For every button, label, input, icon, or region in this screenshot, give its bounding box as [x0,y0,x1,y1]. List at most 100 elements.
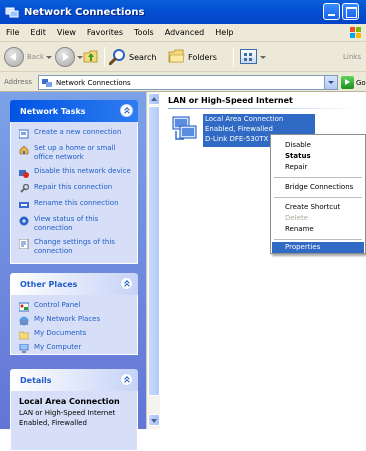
status-icon [19,216,29,226]
views-dropdown-icon[interactable] [260,56,266,59]
up-folder-icon[interactable] [83,48,99,64]
go-icon[interactable] [341,76,354,89]
details-body: Local Area Connection LAN or High-Speed … [10,391,138,451]
forward-button[interactable] [55,47,75,67]
menu-item-delete[interactable]: Delete [272,213,364,224]
menu-item-rename[interactable]: Rename [272,224,364,235]
menu-bar: File Edit View Favorites Tools Advanced … [0,24,366,42]
menu-tools[interactable]: Tools [134,28,154,37]
address-bar: Address Network Connections Go [0,72,366,92]
scroll-thumb[interactable] [148,106,160,396]
place-control-panel[interactable]: Control Panel [18,301,131,312]
views-icon[interactable] [240,49,257,64]
task-view-status[interactable]: View status of this connection [19,215,131,233]
panel-title: Network Tasks [20,107,86,116]
back-button[interactable] [4,47,24,67]
task-home-network[interactable]: Set up a home or small office network [19,144,131,162]
task-pane: Network Tasks Create a new connection Se… [0,92,146,451]
other-places-panel: Other Places Control Panel My Network Pl… [10,273,138,355]
back-label: Back [27,53,44,61]
toolbar-separator [233,47,234,67]
details-name: Local Area Connection [19,397,120,406]
connection-status: Enabled, Firewalled [205,125,273,133]
settings-icon [18,238,29,250]
disable-device-icon [19,168,29,178]
menu-help[interactable]: Help [215,28,233,37]
details-type: LAN or High-Speed Internet [19,409,116,417]
title-bar[interactable]: Network Connections [0,0,366,24]
menu-item-create-shortcut[interactable]: Create Shortcut [272,202,364,213]
address-input[interactable]: Network Connections [38,75,338,90]
other-places-body: Control Panel My Network Places My Docum… [10,295,138,355]
details-panel: Details Local Area Connection LAN or Hig… [10,369,138,451]
menu-separator [274,197,362,198]
toolbar-separator [104,47,105,67]
back-dropdown-icon[interactable] [46,56,52,59]
address-dropdown-icon[interactable] [324,76,337,89]
minimize-button[interactable] [323,3,340,20]
toolbar: Back Search Folders Links [0,42,366,72]
menu-item-bridge-connections[interactable]: Bridge Connections [272,182,364,193]
details-status: Enabled, Firewalled [19,419,87,427]
menu-item-properties[interactable]: Properties [272,242,364,253]
new-connection-icon [18,129,29,139]
go-button[interactable]: Go [356,79,366,87]
network-tasks-body: Create a new connection Set up a home or… [10,122,138,264]
home-network-icon [19,145,29,155]
scroll-up-icon[interactable] [148,93,160,105]
computer-icon [19,343,29,354]
rename-icon [19,200,29,210]
network-tasks-header[interactable]: Network Tasks [10,100,138,122]
task-create-connection[interactable]: Create a new connection [18,128,131,139]
connection-device: D-Link DFE-530TX [205,135,269,143]
menu-advanced[interactable]: Advanced [165,28,205,37]
folders-button[interactable]: Folders [188,53,217,62]
details-header[interactable]: Details [10,369,138,391]
menu-file[interactable]: File [6,28,19,37]
network-connections-icon [42,78,52,88]
collapse-chevron-icon[interactable] [120,104,133,117]
maximize-button[interactable] [342,3,359,20]
menu-favorites[interactable]: Favorites [87,28,123,37]
connection-name: Local Area Connection [205,115,284,123]
scroll-down-icon[interactable] [148,414,160,426]
context-menu: Disable Status Repair Bridge Connections… [270,134,366,254]
menu-item-disable[interactable]: Disable [272,140,364,151]
folders-icon[interactable] [168,48,185,65]
place-my-documents[interactable]: My Documents [18,329,131,340]
windows-logo-icon [349,26,362,39]
other-places-header[interactable]: Other Places [10,273,138,295]
menu-edit[interactable]: Edit [30,28,46,37]
network-places-icon [19,316,29,326]
menu-view[interactable]: View [57,28,76,37]
network-connections-icon [5,5,19,19]
network-tasks-panel: Network Tasks Create a new connection Se… [10,100,138,264]
links-button[interactable]: Links [343,53,361,61]
window-title: Network Connections [24,6,145,18]
menu-separator [274,239,362,240]
group-divider [168,108,360,109]
address-value: Network Connections [56,79,131,87]
menu-item-status[interactable]: Status [272,151,364,162]
documents-folder-icon [18,330,30,340]
lan-connection-icon[interactable] [170,114,200,144]
search-button[interactable]: Search [129,53,156,62]
task-change-settings[interactable]: Change settings of this connection [18,238,131,256]
search-icon[interactable] [108,48,126,66]
collapse-chevron-icon[interactable] [120,373,133,386]
panel-title: Details [20,376,52,385]
place-my-computer[interactable]: My Computer [19,343,131,354]
task-rename[interactable]: Rename this connection [19,199,131,210]
task-repair[interactable]: Repair this connection [19,183,131,194]
repair-icon [19,183,30,194]
control-panel-icon [18,302,30,312]
task-pane-scrollbar[interactable] [146,92,160,429]
task-disable-device[interactable]: Disable this network device [19,167,131,178]
menu-separator [274,177,362,178]
address-label: Address [4,78,32,86]
group-header: LAN or High-Speed Internet [168,96,293,105]
panel-title: Other Places [20,280,78,289]
collapse-chevron-icon[interactable] [120,277,133,290]
place-network-places[interactable]: My Network Places [19,315,131,326]
menu-item-repair[interactable]: Repair [272,162,364,173]
